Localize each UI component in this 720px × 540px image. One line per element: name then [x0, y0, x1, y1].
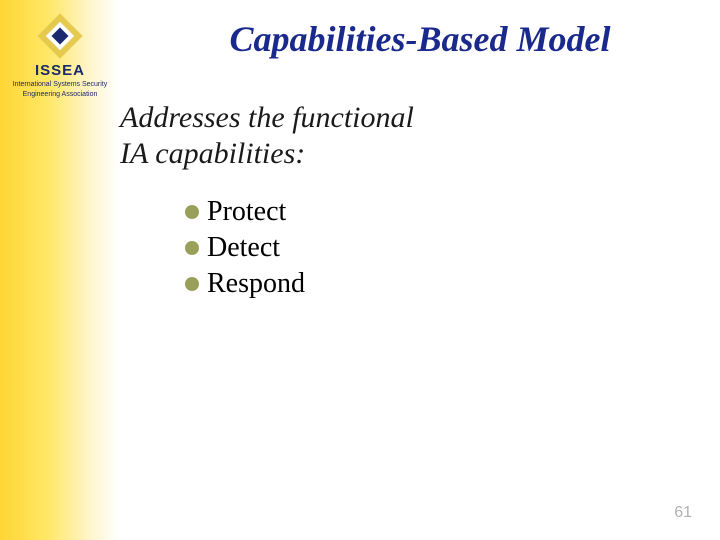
- bullet-icon: [185, 277, 199, 291]
- subtitle-line-2: IA capabilities:: [120, 136, 414, 172]
- bullet-icon: [185, 241, 199, 255]
- bullet-list: Protect Detect Respond: [185, 196, 305, 304]
- logo-acronym: ISSEA: [12, 62, 108, 79]
- bullet-label: Protect: [207, 196, 286, 228]
- list-item: Protect: [185, 196, 305, 228]
- slide-title: Capabilities-Based Model: [140, 18, 700, 60]
- list-item: Detect: [185, 232, 305, 264]
- bullet-label: Respond: [207, 268, 305, 300]
- issea-diamond-icon: [32, 8, 88, 64]
- slide-subtitle: Addresses the functional IA capabilities…: [120, 100, 414, 172]
- list-item: Respond: [185, 268, 305, 300]
- subtitle-line-1: Addresses the functional: [120, 100, 414, 136]
- bullet-icon: [185, 205, 199, 219]
- issea-logo: ISSEA International Systems Security Eng…: [12, 8, 108, 98]
- logo-subline-2: Engineering Association: [12, 91, 108, 99]
- bullet-label: Detect: [207, 232, 280, 264]
- logo-subline-1: International Systems Security: [12, 81, 108, 89]
- page-number: 61: [674, 504, 692, 522]
